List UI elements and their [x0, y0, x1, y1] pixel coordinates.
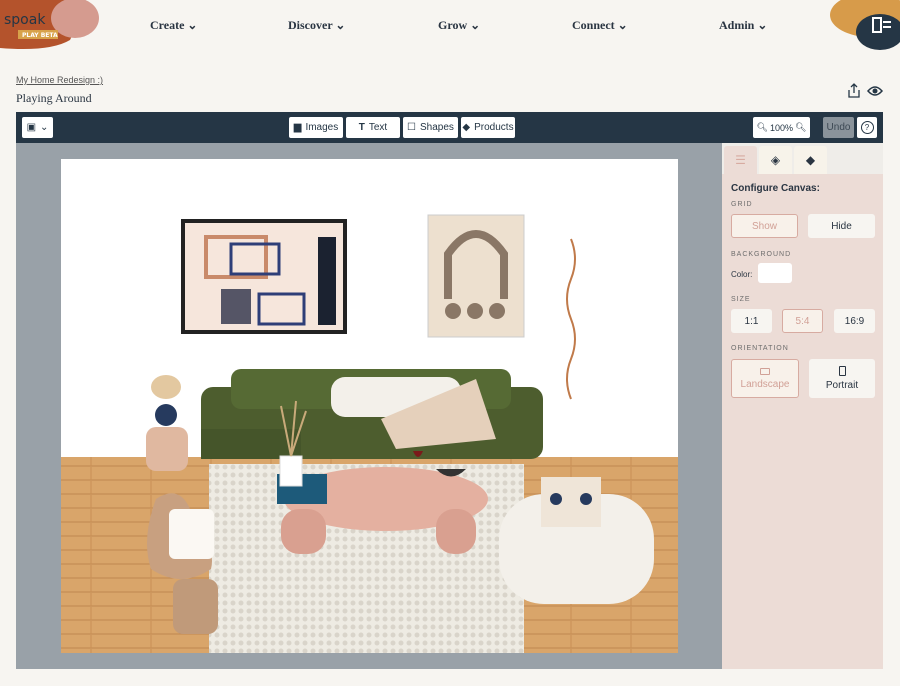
breadcrumb[interactable]: My Home Redesign :) [16, 75, 103, 85]
tag-icon: ◆ [805, 153, 816, 167]
size-16-9-button[interactable]: 16:9 [834, 309, 875, 333]
help-button[interactable]: ? [857, 117, 877, 138]
zoom-out-icon[interactable]: 🔍︎ [757, 122, 768, 133]
tab-layers[interactable]: ◈ [759, 146, 792, 174]
shapes-button[interactable]: ☐ Shapes [403, 117, 458, 138]
sliders-icon: ☰ [735, 153, 746, 167]
text-icon: T [358, 122, 365, 133]
landscape-button[interactable]: Landscape [731, 359, 799, 398]
background-label: BACKGROUND [731, 251, 792, 258]
nav-admin[interactable]: Admin ⌄ [719, 18, 767, 33]
square-icon: ☐ [407, 122, 417, 133]
canvas-config-panel: ☰ ◈ ◆ Configure Canvas: GRID Show Hide B… [722, 143, 883, 669]
tab-settings[interactable]: ☰ [724, 146, 757, 174]
products-label: Products [474, 122, 514, 133]
orientation-label: ORIENTATION [731, 345, 789, 352]
text-button[interactable]: T Text [346, 117, 400, 138]
landscape-icon [760, 367, 770, 375]
portrait-button[interactable]: Portrait [809, 359, 875, 398]
arch-art-print [427, 214, 525, 338]
layers-icon: ◈ [770, 153, 781, 167]
images-button[interactable]: ▆ Images [289, 117, 343, 138]
editor-toolbar: ▣ ⌄ ▆ Images T Text ☐ Shapes ◆ Products 🔍︎ 100… [16, 112, 883, 143]
portrait-label: Portrait [825, 380, 859, 391]
background-color-swatch[interactable] [758, 263, 792, 283]
images-label: Images [305, 122, 339, 133]
moodboard-image [61, 214, 678, 653]
text-label: Text [368, 122, 388, 133]
nav-connect[interactable]: Connect ⌄ [572, 18, 628, 33]
panel-title: Configure Canvas: [731, 183, 820, 194]
chevron-down-icon: ⌄ [40, 122, 49, 133]
side-table-lamp [146, 375, 188, 471]
landscape-label: Landscape [740, 378, 790, 390]
products-button[interactable]: ◆ Products [461, 117, 515, 138]
size-5-4-button[interactable]: 5:4 [782, 309, 823, 333]
nav-discover[interactable]: Discover ⌄ [288, 18, 346, 33]
grid-hide-button[interactable]: Hide [808, 214, 875, 238]
green-sofa [201, 369, 543, 459]
image-icon: ▆ [293, 122, 302, 133]
workspace [16, 143, 722, 669]
abstract-art-print [181, 219, 347, 334]
color-label: Color: [731, 270, 753, 279]
save-icon: ▣ [26, 122, 37, 133]
size-1-1-button[interactable]: 1:1 [731, 309, 772, 333]
tab-products[interactable]: ◆ [794, 146, 827, 174]
nav-create[interactable]: Create ⌄ [150, 18, 197, 33]
help-icon: ? [860, 121, 874, 134]
preview-eye-icon[interactable] [867, 83, 883, 99]
grid-label: GRID [731, 201, 753, 208]
page-title[interactable]: Playing Around [16, 91, 92, 106]
zoom-level: 100% [769, 122, 794, 133]
zoom-in-icon[interactable]: 🔍︎ [795, 122, 806, 133]
moodboard-canvas[interactable] [61, 159, 678, 653]
tag-icon: ◆ [462, 122, 471, 133]
undo-button[interactable]: Undo [823, 117, 854, 138]
zoom-control: 🔍︎ 100% 🔍︎ [753, 117, 810, 138]
grid-show-button[interactable]: Show [731, 214, 798, 238]
save-menu-button[interactable]: ▣ ⌄ [22, 117, 53, 138]
share-icon[interactable] [846, 83, 862, 99]
nav-grow[interactable]: Grow ⌄ [438, 18, 480, 33]
shapes-label: Shapes [420, 122, 454, 133]
size-label: SIZE [731, 296, 751, 303]
portrait-icon [838, 366, 846, 376]
